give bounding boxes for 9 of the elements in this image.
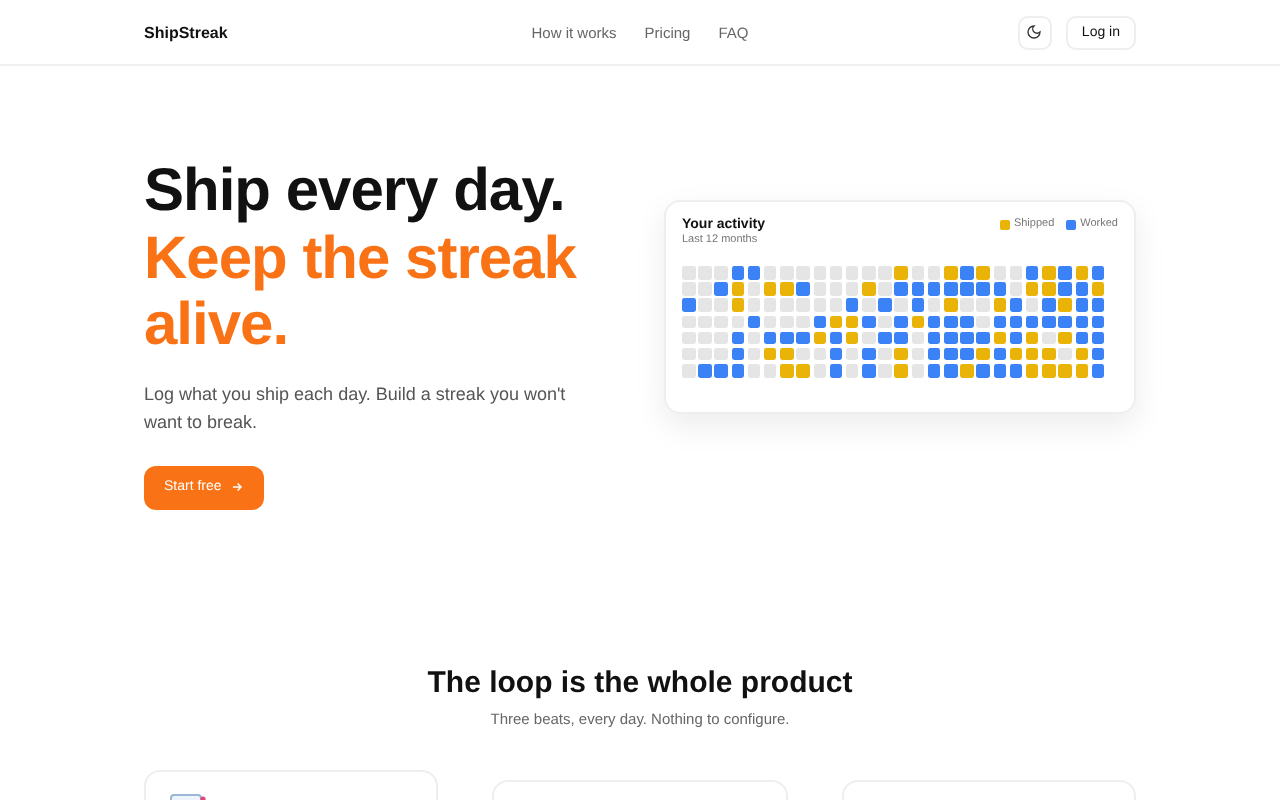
headline-line: alive. — [144, 292, 291, 360]
theme-toggle-button[interactable] — [1017, 15, 1052, 49]
brand-name[interactable]: ShipStreak — [144, 23, 384, 41]
headline-line: Ship every day. — [144, 158, 567, 226]
section-title: The loop is the whole product — [427, 665, 853, 700]
headline-line: Keep the streak — [144, 225, 579, 293]
lead-text: Log what you ship each day. Build a streak you won't want to break. — [144, 381, 568, 437]
arrow-icon — [229, 480, 244, 495]
moon-icon — [1026, 24, 1043, 40]
